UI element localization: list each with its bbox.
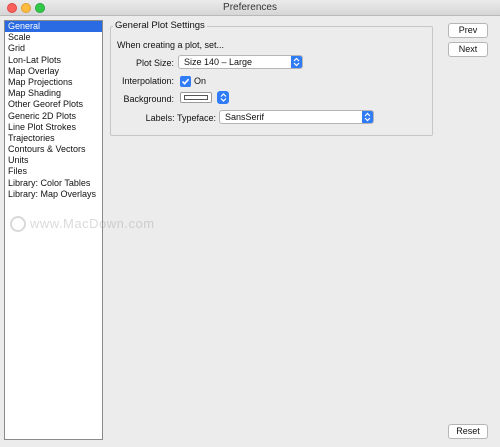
updown-icon <box>291 56 302 68</box>
background-label: Background: <box>123 94 174 104</box>
labels-typeface-label: Labels: Typeface: <box>145 113 216 123</box>
sidebar-item-generic-2d-plots[interactable]: Generic 2D Plots <box>5 111 102 122</box>
plot-size-value: Size 140 – Large <box>184 57 253 67</box>
group-title: General Plot Settings <box>113 20 207 32</box>
window-title: Preferences <box>223 2 277 13</box>
sidebar-item-map-shading[interactable]: Map Shading <box>5 88 102 99</box>
plot-size-label: Plot Size: <box>135 58 174 68</box>
sidebar-item-units[interactable]: Units <box>5 155 102 166</box>
sidebar-item-map-projections[interactable]: Map Projections <box>5 77 102 88</box>
title-bar: Preferences <box>0 0 500 16</box>
sidebar-item-library-map-overlays[interactable]: Library: Map Overlays <box>5 189 102 200</box>
interpolation-checkbox-label[interactable]: On <box>194 76 206 86</box>
sidebar-item-files[interactable]: Files <box>5 166 102 177</box>
next-button[interactable]: Next <box>448 42 488 57</box>
updown-icon <box>220 93 226 102</box>
sidebar-item-lon-lat-plots[interactable]: Lon-Lat Plots <box>5 55 102 66</box>
background-color-swatch[interactable] <box>180 92 212 103</box>
background-color-dropdown[interactable] <box>217 91 229 104</box>
sidebar-item-trajectories[interactable]: Trajectories <box>5 133 102 144</box>
interpolation-checkbox[interactable] <box>180 76 191 87</box>
watermark-text: www.MacDown.com <box>30 216 155 231</box>
reset-button[interactable]: Reset <box>448 424 488 439</box>
sidebar-item-map-overlay[interactable]: Map Overlay <box>5 66 102 77</box>
plot-size-select[interactable]: Size 140 – Large <box>178 55 303 69</box>
sidebar-item-scale[interactable]: Scale <box>5 32 102 43</box>
intro-text: When creating a plot, set... <box>117 40 225 50</box>
sidebar-item-grid[interactable]: Grid <box>5 43 102 54</box>
watermark-logo-icon <box>10 216 26 232</box>
typeface-value: SansSerif <box>225 112 265 122</box>
sidebar-item-other-georef-plots[interactable]: Other Georef Plots <box>5 99 102 110</box>
sidebar-item-contours-vectors[interactable]: Contours & Vectors <box>5 144 102 155</box>
color-preview <box>184 95 208 100</box>
sidebar-item-general[interactable]: General <box>5 21 102 33</box>
sidebar-item-library-color-tables[interactable]: Library: Color Tables <box>5 178 102 189</box>
checkmark-icon <box>181 78 190 85</box>
typeface-select[interactable]: SansSerif <box>219 110 374 124</box>
prev-button[interactable]: Prev <box>448 23 488 38</box>
interpolation-label: Interpolation: <box>121 76 174 86</box>
updown-icon <box>362 111 373 123</box>
sidebar-item-line-plot-strokes[interactable]: Line Plot Strokes <box>5 122 102 133</box>
